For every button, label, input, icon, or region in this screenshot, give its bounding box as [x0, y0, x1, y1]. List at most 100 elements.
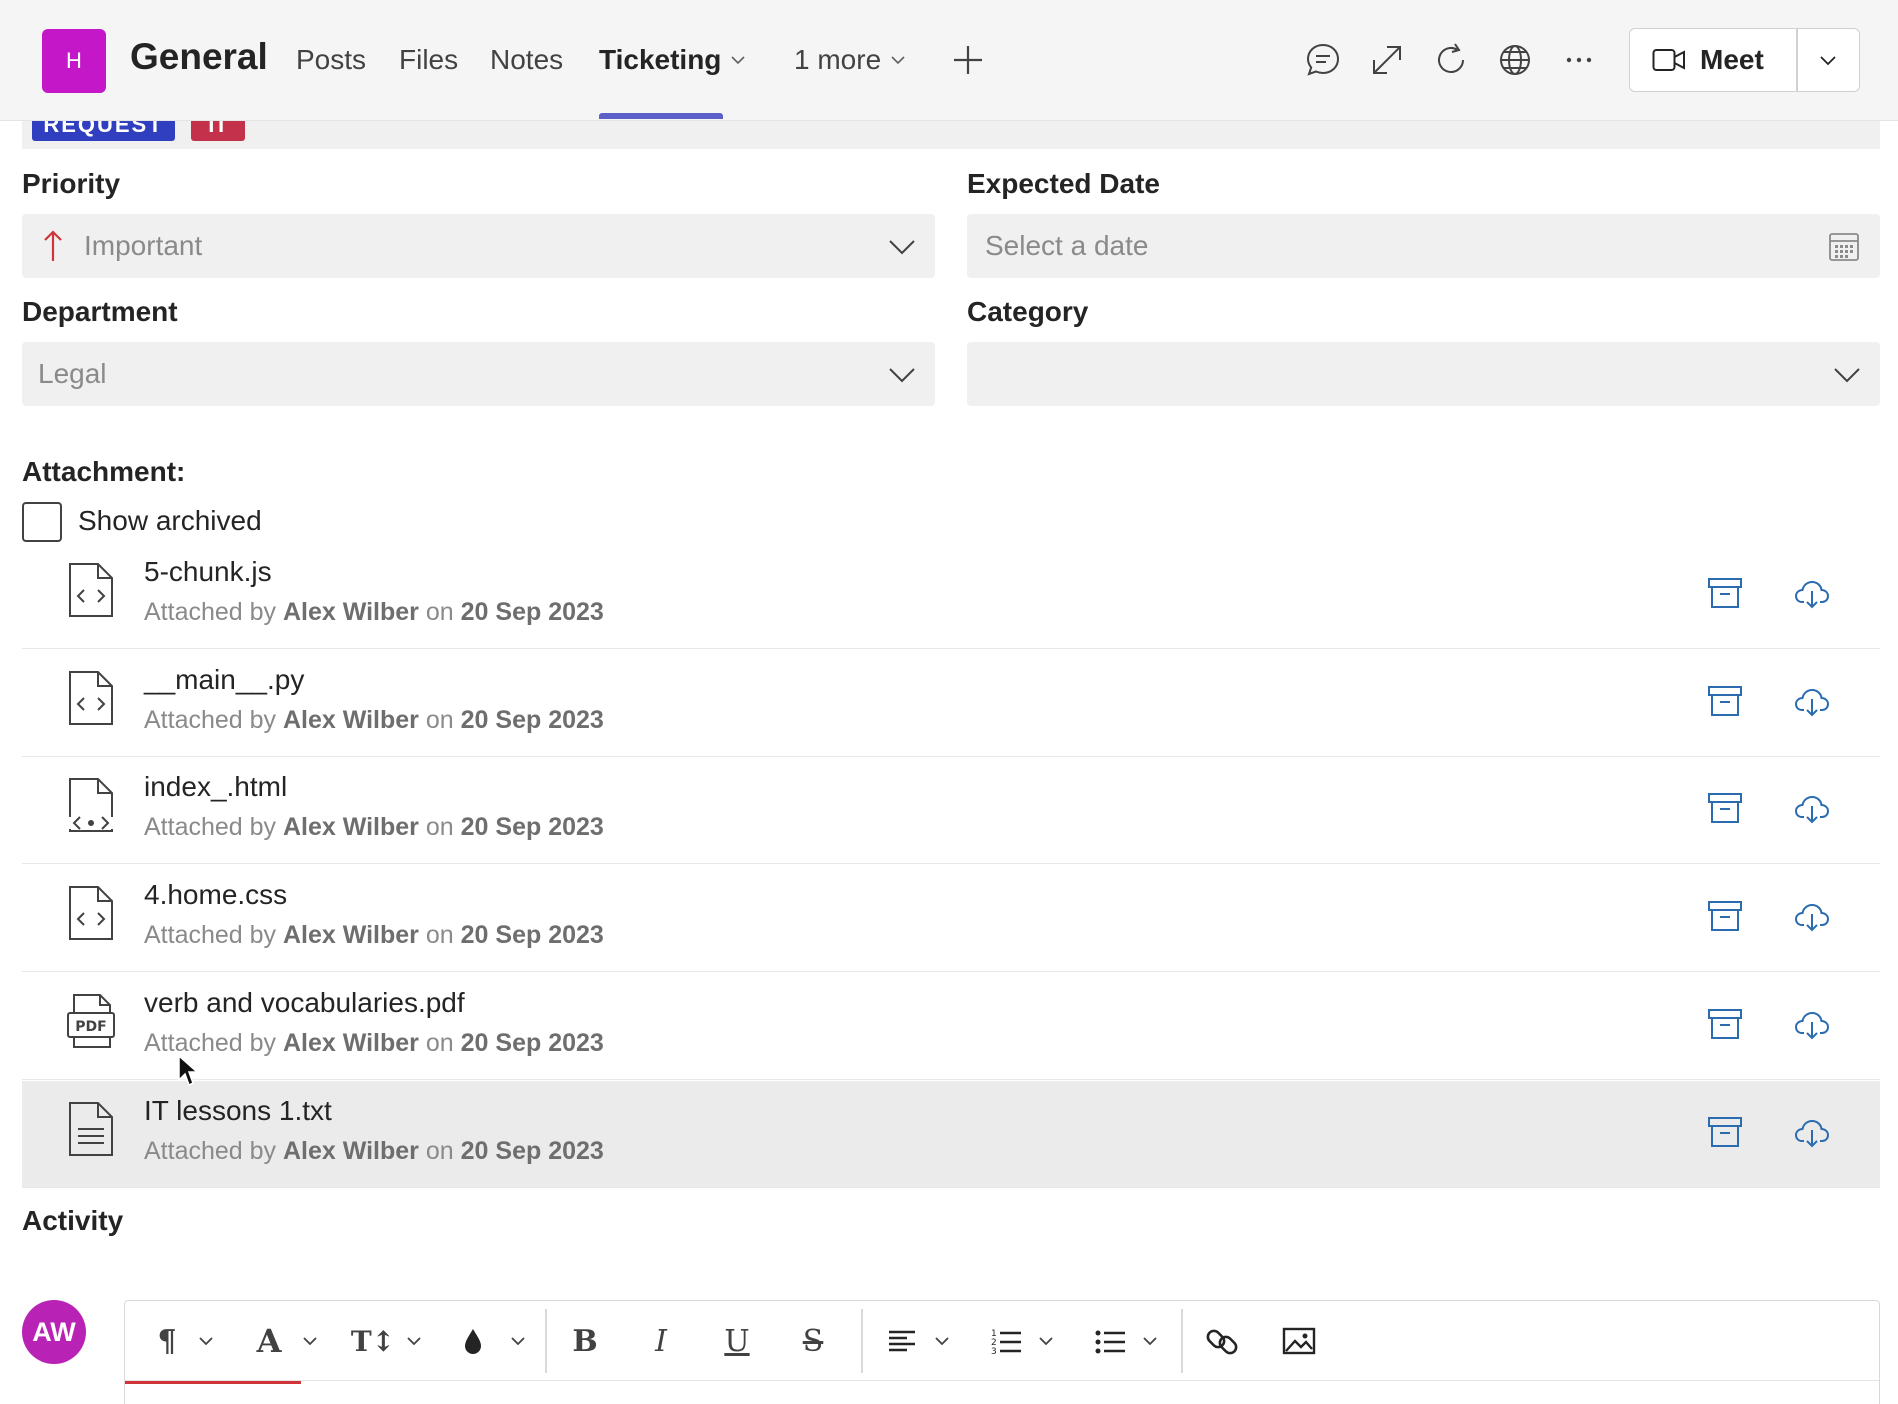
svg-text:PDF: PDF — [75, 1019, 106, 1035]
file-meta: Attached by Alex Wilber on 20 Sep 2023 — [144, 1137, 604, 1165]
bulleted-list-icon[interactable] — [1093, 1321, 1127, 1361]
channel-header: H General Posts Files Notes Ticketing 1 … — [0, 0, 1898, 121]
show-archived-checkbox[interactable] — [22, 502, 62, 542]
align-left-icon[interactable] — [885, 1321, 919, 1361]
file-name[interactable]: __main__.py — [144, 664, 304, 696]
arrow-up-icon — [44, 230, 62, 261]
paragraph-icon[interactable]: ¶ — [147, 1321, 187, 1361]
attachment-row[interactable]: IT lessons 1.txt Attached by Alex Wilber… — [22, 1081, 1880, 1188]
file-meta: Attached by Alex Wilber on 20 Sep 2023 — [144, 813, 604, 841]
numbered-list-icon[interactable]: 1 2 3 — [989, 1321, 1023, 1361]
archive-icon[interactable] — [1706, 1113, 1744, 1151]
font-color-icon[interactable]: A — [249, 1321, 289, 1361]
cloud-download-icon[interactable] — [1793, 1113, 1831, 1151]
italic-icon[interactable]: I — [641, 1321, 681, 1361]
team-avatar[interactable]: H — [42, 29, 106, 93]
highlight-color-icon[interactable] — [455, 1321, 491, 1361]
chevron-down-icon — [889, 240, 915, 255]
chevron-down-icon[interactable] — [1037, 1321, 1055, 1361]
tab-more[interactable]: 1 more — [794, 44, 907, 76]
attachment-row[interactable]: PDF verb and vocabularies.pdf Attached b… — [22, 973, 1880, 1080]
meet-button[interactable]: Meet — [1630, 29, 1796, 91]
archive-icon[interactable] — [1706, 789, 1744, 827]
tab-ticketing[interactable]: Ticketing — [599, 44, 747, 76]
underline-icon[interactable]: U — [717, 1321, 757, 1361]
svg-text:3: 3 — [991, 1347, 997, 1357]
priority-label: Priority — [22, 168, 121, 199]
cloud-download-icon[interactable] — [1793, 1005, 1831, 1043]
video-camera-icon — [1652, 49, 1685, 71]
chevron-down-icon — [889, 368, 915, 383]
cloud-download-icon[interactable] — [1793, 897, 1831, 935]
cloud-download-icon[interactable] — [1793, 574, 1831, 612]
mouse-cursor-icon — [178, 1054, 199, 1087]
toolbar-separator — [545, 1309, 547, 1373]
file-meta: Attached by Alex Wilber on 20 Sep 2023 — [144, 1029, 604, 1057]
attachment-row[interactable]: 5-chunk.js Attached by Alex Wilber on 20… — [22, 542, 1880, 649]
file-name[interactable]: IT lessons 1.txt — [144, 1095, 332, 1127]
add-tab-icon[interactable] — [950, 42, 986, 78]
pdf-file-icon: PDF — [67, 994, 115, 1048]
archive-icon[interactable] — [1706, 682, 1744, 720]
priority-dropdown[interactable]: Important — [22, 214, 935, 278]
channel-title: General — [130, 36, 268, 77]
tab-posts[interactable]: Posts — [296, 44, 366, 76]
ticket-group-tag: IT — [191, 121, 245, 141]
font-size-icon[interactable]: T↕ — [351, 1321, 395, 1361]
strikethrough-icon[interactable]: S — [793, 1321, 833, 1361]
attachment-label: Attachment: — [22, 456, 186, 487]
expected-date-label: Expected Date — [967, 168, 1160, 199]
cloud-download-icon[interactable] — [1793, 682, 1831, 720]
chevron-down-icon[interactable] — [405, 1321, 423, 1361]
refresh-icon[interactable] — [1431, 40, 1471, 80]
cloud-download-icon[interactable] — [1793, 789, 1831, 827]
comment-editor[interactable]: ¶ A T↕ B I U S 1 2 3 — [124, 1300, 1880, 1404]
file-meta: Attached by Alex Wilber on 20 Sep 2023 — [144, 706, 604, 734]
chevron-down-icon[interactable] — [1141, 1321, 1159, 1361]
html-file-icon — [69, 778, 113, 832]
file-name[interactable]: 5-chunk.js — [144, 556, 272, 588]
activity-label: Activity — [22, 1205, 124, 1236]
active-tab-indicator — [599, 113, 723, 119]
insert-image-icon[interactable] — [1281, 1321, 1317, 1361]
meet-dropdown-button[interactable] — [1798, 29, 1860, 91]
archive-icon[interactable] — [1706, 1005, 1744, 1043]
tab-notes[interactable]: Notes — [490, 44, 563, 76]
more-options-icon[interactable] — [1559, 40, 1599, 80]
category-dropdown[interactable] — [967, 342, 1880, 406]
toolbar-separator — [861, 1309, 863, 1373]
link-icon[interactable] — [1205, 1321, 1241, 1361]
calendar-icon[interactable] — [1828, 230, 1860, 262]
department-label: Department — [22, 296, 178, 327]
ticket-header-strip — [22, 121, 1880, 149]
department-dropdown[interactable]: Legal — [22, 342, 935, 406]
editor-toolbar: ¶ A T↕ B I U S 1 2 3 — [125, 1301, 1879, 1381]
file-name[interactable]: verb and vocabularies.pdf — [144, 987, 465, 1019]
tab-files[interactable]: Files — [399, 44, 458, 76]
meet-button-group: Meet — [1629, 28, 1860, 92]
pop-out-icon[interactable] — [1367, 40, 1407, 80]
chevron-down-icon[interactable] — [933, 1321, 951, 1361]
file-name[interactable]: index_.html — [144, 771, 287, 803]
attachment-row[interactable]: index_.html Attached by Alex Wilber on 2… — [22, 757, 1880, 864]
attachment-row[interactable]: __main__.py Attached by Alex Wilber on 2… — [22, 650, 1880, 757]
chevron-down-icon[interactable] — [301, 1321, 319, 1361]
avatar[interactable]: AW — [22, 1300, 86, 1364]
chevron-down-icon[interactable] — [509, 1321, 527, 1361]
code-file-icon — [69, 563, 113, 617]
file-meta: Attached by Alex Wilber on 20 Sep 2023 — [144, 598, 604, 626]
code-file-icon — [69, 671, 113, 725]
chevron-down-icon — [1834, 368, 1860, 383]
attachment-row[interactable]: 4.home.css Attached by Alex Wilber on 20… — [22, 865, 1880, 972]
archive-icon[interactable] — [1706, 897, 1744, 935]
chevron-down-icon[interactable] — [197, 1321, 215, 1361]
editor-focus-indicator — [125, 1381, 301, 1384]
archive-icon[interactable] — [1706, 574, 1744, 612]
file-name[interactable]: 4.home.css — [144, 879, 287, 911]
show-archived-label[interactable]: Show archived — [78, 505, 262, 537]
chat-icon[interactable] — [1303, 40, 1343, 80]
bold-icon[interactable]: B — [565, 1321, 605, 1361]
globe-icon[interactable] — [1495, 40, 1535, 80]
file-meta: Attached by Alex Wilber on 20 Sep 2023 — [144, 921, 604, 949]
expected-date-input[interactable]: Select a date — [967, 214, 1880, 278]
